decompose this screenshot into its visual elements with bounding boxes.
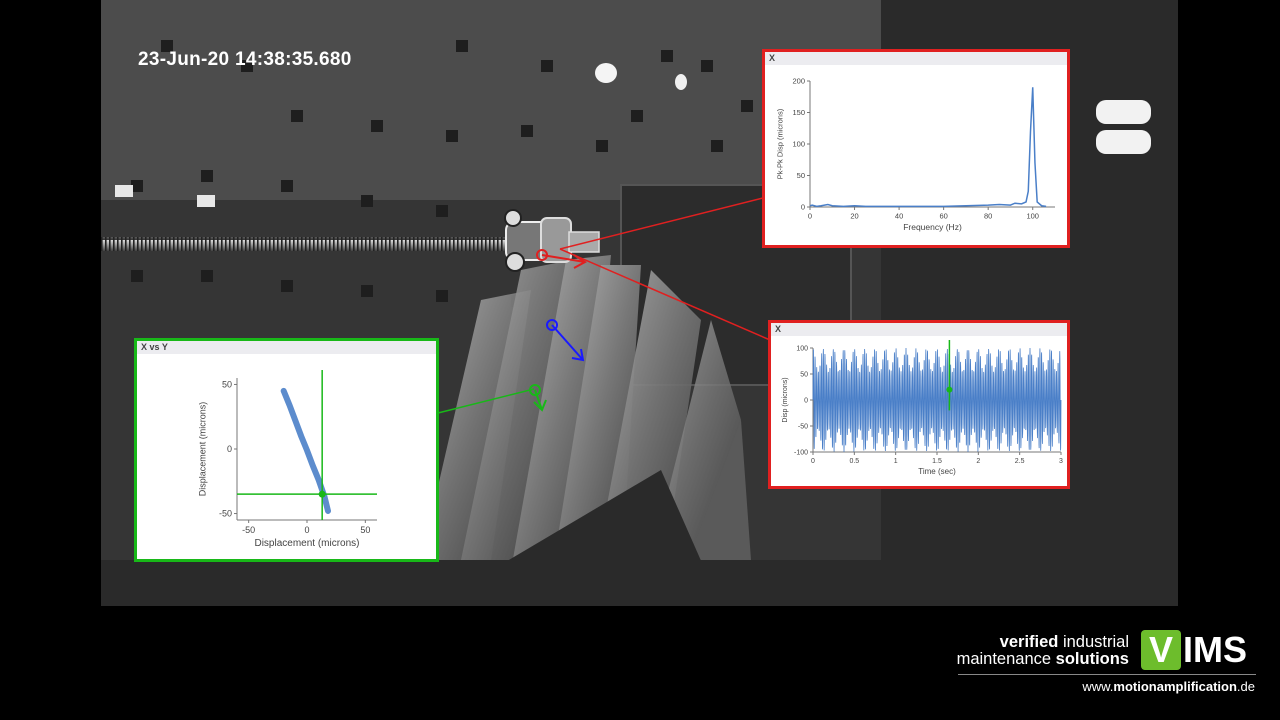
orbit-cursor-point — [318, 490, 326, 498]
x-tick-label: -50 — [242, 525, 255, 535]
x-tick-label: 60 — [939, 212, 947, 221]
y-tick-label: 100 — [792, 140, 805, 149]
x-tick-label: 50 — [360, 525, 370, 535]
frequency-spectrum-panel[interactable]: X 0 20 40 60 80 100 0 50 100 150 200 Frequency (Hz)… — [762, 49, 1070, 248]
y-tick-label: -50 — [219, 509, 232, 519]
x-tick-label: 3 — [1059, 458, 1063, 465]
spectrum-line — [809, 87, 1047, 208]
y-tick-label: 50 — [800, 371, 808, 378]
x-tick-label: 0 — [811, 458, 815, 465]
x-axis-label: Displacement (microns) — [254, 538, 359, 549]
y-axis-label: Disp (microns) — [782, 377, 789, 422]
video-timestamp: 23-Jun-20 14:38:35.680 — [138, 49, 352, 70]
y-tick-label: 50 — [222, 379, 232, 389]
brand-url[interactable]: www.motionamplification.de — [1082, 679, 1255, 694]
y-tick-label: 0 — [804, 397, 808, 404]
y-tick-label: 50 — [797, 171, 805, 180]
frequency-spectrum-chart: 0 20 40 60 80 100 0 50 100 150 200 Frequency (Hz) Pk… — [776, 77, 1055, 232]
brand-tagline-line2: maintenance solutions — [956, 650, 1129, 668]
orbit-plot-chart: -50 0 50-50050Displacement (microns)Displa… — [198, 370, 377, 549]
y-tick-label: 0 — [227, 444, 232, 454]
vims-logo: V IMS — [1141, 630, 1257, 670]
x-tick-label: 2.5 — [1015, 458, 1025, 465]
threaded-rod — [101, 237, 511, 251]
x-tick-label: 2 — [976, 458, 980, 465]
y-tick-label: 200 — [792, 77, 805, 86]
waveform-line — [812, 347, 1062, 453]
brand-divider — [958, 674, 1256, 675]
x-tick-label: 0.5 — [849, 458, 859, 465]
x-axis-label: Frequency (Hz) — [903, 222, 962, 232]
y-tick-label: 0 — [801, 203, 805, 212]
orbit-plot-panel[interactable]: X vs Y -50 0 50 -50 0 50 Displacement (microns… — [134, 338, 439, 562]
x-tick-label: 80 — [984, 212, 992, 221]
x-tick-label: 1 — [894, 458, 898, 465]
vims-branding: verified industrial maintenance solution… — [955, 628, 1257, 700]
y-axis-label: Pk-Pk Disp (microns) — [776, 108, 785, 179]
time-waveform-chart: 0 0.5 1 1.5 2 2.5 3 -100 -50 0 50 100 Time (sec) Disp… — [782, 340, 1063, 476]
panel-title: X — [771, 323, 1067, 336]
time-cursor-point — [946, 386, 953, 393]
y-tick-label: 150 — [792, 108, 805, 117]
y-tick-label: -100 — [794, 449, 808, 456]
y-tick-label: 100 — [796, 345, 808, 352]
x-tick-label: 0 — [304, 525, 309, 535]
time-waveform-panel[interactable]: X 0 0.5 1 1.5 2 2.5 3 -100 -50 0 50 100 Time (sec) Di… — [768, 320, 1070, 489]
y-tick-label: -50 — [798, 423, 808, 430]
y-axis-label: Displacement (microns) — [198, 402, 208, 497]
panel-title: X vs Y — [137, 341, 436, 354]
x-tick-label: 0 — [808, 212, 812, 221]
vims-logo-text: IMS — [1183, 629, 1248, 670]
x-tick-label: 1.5 — [932, 458, 942, 465]
vims-logo-v: V — [1141, 630, 1181, 670]
x-axis-label: Time (sec) — [918, 467, 956, 476]
x-tick-label: 100 — [1026, 212, 1039, 221]
x-tick-label: 20 — [850, 212, 858, 221]
x-tick-label: 40 — [895, 212, 903, 221]
panel-title: X — [765, 52, 1067, 65]
